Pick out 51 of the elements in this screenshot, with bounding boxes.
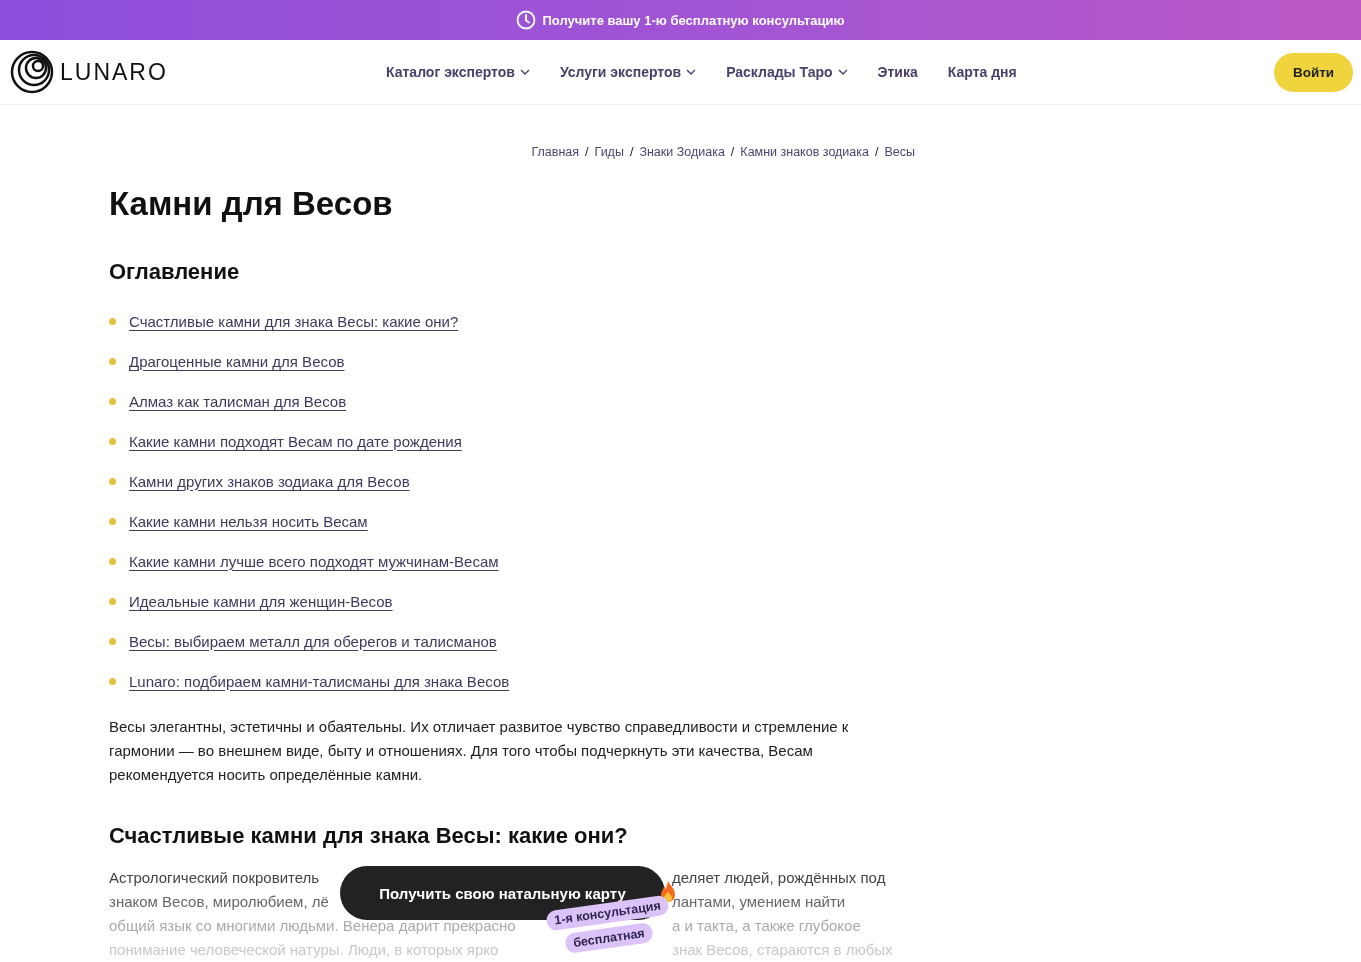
paragraph-text: Астрологический покровитель [109, 868, 320, 886]
page-title: Камни для Весов [109, 185, 394, 223]
bullet-icon [109, 397, 116, 405]
breadcrumb-link[interactable]: Весы [884, 145, 915, 159]
toc-link[interactable]: Какие камни подходят Весам по дате рождения [129, 432, 462, 450]
intro-paragraph: Весы элегантны, эстетичны и обаятельны. Их отличает развитое чувство справедливости и стремление к гармонии — во внешнем виде, быту и отношениях. Для того чтобы подчеркнуть эти качества, Весам рекомендуется носить определённые камни. [109, 717, 850, 785]
login-button[interactable]: Войти [1274, 52, 1353, 92]
bullet-icon [109, 357, 116, 365]
bullet-icon [109, 557, 116, 565]
nav-link[interactable]: Каталог экспертов [386, 64, 530, 80]
nav-link[interactable]: Услуги экспертов [559, 64, 697, 80]
promo-bar[interactable]: Получите вашу 1-ю бесплатную консультацию [0, 0, 1361, 40]
section-heading: Счастливые камни для знака Весы: какие они? [109, 823, 629, 849]
bullet-icon [109, 517, 116, 525]
nav-link[interactable]: Карта дня [947, 64, 1017, 80]
paragraph-text: а и такта, а также глубокое [672, 916, 861, 934]
toc-link[interactable]: Идеальные камни для женщин-Весов [129, 592, 393, 610]
logo[interactable]: LUNARO [10, 50, 386, 94]
logo-icon [10, 50, 54, 94]
paragraph-text: деляет людей, рождённых под [672, 868, 886, 886]
breadcrumb-separator: / [628, 145, 635, 159]
nav-link[interactable]: Расклады Таро [726, 64, 848, 80]
breadcrumb-separator: / [874, 145, 880, 159]
toc-link[interactable]: Счастливые камни для знака Весы: какие они? [129, 312, 459, 330]
bullet-icon [109, 317, 116, 325]
breadcrumb-link[interactable]: Камни знаков зодиака [740, 145, 869, 159]
nav-link[interactable]: Этика [877, 64, 918, 80]
bullet-icon [109, 637, 116, 645]
toc-link[interactable]: Алмаз как талисман для Весов [129, 392, 347, 410]
paragraph-text: лантами, умением найти [672, 892, 846, 910]
toc-link[interactable]: Lunaro: подбираем камни-талисманы для знака Весов [129, 672, 510, 690]
logo-text: LUNARO [60, 58, 168, 86]
toc-link[interactable]: Драгоценные камни для Весов [129, 352, 345, 370]
toc-link[interactable]: Камни других знаков зодиака для Весов [129, 472, 410, 490]
toc-link[interactable]: Какие камни нельзя носить Весам [129, 512, 368, 530]
bullet-icon [109, 677, 116, 685]
badge-text: бесплатная [564, 922, 654, 954]
breadcrumb-link[interactable]: Знаки Зодиака [639, 145, 725, 159]
bullet-icon [109, 477, 116, 485]
breadcrumb-separator: / [729, 145, 736, 159]
toc-link[interactable]: Какие камни лучше всего подходят мужчинам-Весам [129, 552, 499, 570]
paragraph-text: знаком Весов, миролюбием, лё [109, 892, 329, 910]
bullet-icon [109, 597, 116, 605]
breadcrumb-link[interactable]: Гиды [594, 145, 624, 159]
breadcrumb-link[interactable]: Главная [531, 145, 580, 159]
bullet-icon [109, 437, 116, 445]
toc-link[interactable]: Весы: выбираем металл для оберегов и талисманов [129, 632, 497, 650]
clock-icon [516, 10, 537, 30]
toc-heading: Оглавление [109, 259, 241, 285]
promo-text: Получите вашу 1-ю бесплатную консультацию [542, 12, 845, 28]
breadcrumb-separator: / [584, 145, 590, 159]
